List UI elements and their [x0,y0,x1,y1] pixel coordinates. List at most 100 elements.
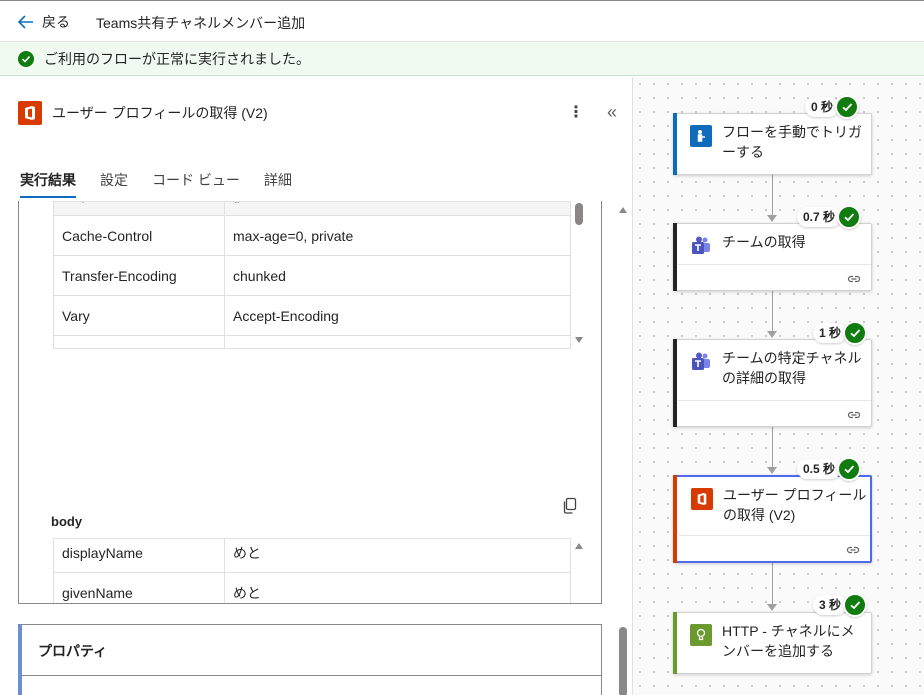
flow-canvas[interactable]: フローを手動でトリガーする 0 秒 チームの取得 0.7 秒 チームの特定チャネ… [632,77,924,695]
scroll-up-arrow-icon[interactable] [619,207,627,213]
office-icon [691,488,713,510]
node-accent-bar [673,223,677,291]
connector-line [772,291,773,331]
row-key: Transfer-Encoding [54,256,225,295]
copy-icon[interactable] [562,497,578,515]
flow-node-get-user-profile[interactable]: ユーザー プロフィールの取得 (V2) [673,475,872,563]
table-header-value: 値 [225,202,570,215]
back-label: 戻る [42,14,70,30]
flow-node-http[interactable]: HTTP - チャネルにメンバーを追加する [673,612,872,674]
scroll-up-arrow-icon[interactable] [575,543,583,549]
node-title: フローを手動でトリガーする [722,124,862,160]
row-value: max-age=0, private [233,227,354,244]
node-title: HTTP - チャネルにメンバーを追加する [722,623,855,659]
tab-code-view[interactable]: コード ビュー [152,170,240,198]
tab-details[interactable]: 詳細 [264,170,292,198]
teams-icon [690,351,712,373]
node-footer [678,264,871,290]
properties-title: プロパティ [38,643,108,659]
teams-icon [690,235,712,257]
panel-scrollbar[interactable] [618,207,628,695]
success-check-icon [835,95,860,119]
back-button[interactable]: 戻る [18,11,70,33]
collapse-panel-button[interactable]: « [600,101,624,125]
office-icon [18,101,42,125]
row-key-empty [54,336,225,348]
node-accent-bar [673,339,677,427]
duration-badge: 1 秒 [813,321,868,345]
headers-table-scrollbar[interactable] [572,201,586,347]
banner-message: ご利用のフローが正常に実行されました。 [44,50,310,67]
more-options-button[interactable]: ⋮ [566,103,586,123]
row-key: Cache-Control [54,216,225,255]
tab-settings[interactable]: 設定 [100,170,128,198]
properties-section[interactable]: プロパティ [18,624,602,695]
headers-table: フィールド 値 Cache-Control max-age=0, private… [53,201,571,349]
table-row [54,336,570,348]
arrow-left-icon [18,15,33,29]
node-title: ユーザー プロフィールの取得 (V2) [723,487,867,523]
duration-label: 0.7 秒 [797,207,842,227]
flow-node-get-team[interactable]: チームの取得 [673,223,872,291]
table-row: displayName めと [54,539,570,573]
connector-line [772,175,773,215]
top-bar: 戻る Teams共有チャネルメンバー追加 [0,0,924,42]
row-value: chunked [233,267,286,284]
node-title: チームの取得 [722,234,806,250]
flow-node-manual-trigger[interactable]: フローを手動でトリガーする [673,113,872,175]
divider [22,675,601,676]
run-results-box: フィールド 値 Cache-Control max-age=0, private… [18,201,602,604]
row-value: Accept-Encoding [233,307,339,324]
success-check-icon [837,205,862,229]
table-header-key: フィールド [54,202,225,215]
node-accent-bar [673,612,677,674]
table-row: Vary Accept-Encoding [54,296,570,336]
duration-badge: 3 秒 [813,593,868,617]
node-footer [678,400,871,426]
http-icon [690,624,712,646]
flow-title: Teams共有チャネルメンバー追加 [96,15,306,31]
table-header-row: フィールド 値 [54,202,570,216]
success-check-icon [843,321,868,345]
duration-badge: 0.5 秒 [797,457,862,481]
flow-node-get-channel-details[interactable]: チームの特定チャネルの詳細の取得 [673,339,872,427]
duration-badge: 0 秒 [805,95,860,119]
link-icon[interactable] [846,545,860,555]
scrollbar-thumb[interactable] [619,627,627,695]
row-value: めと [233,584,261,601]
panel-tabs: 実行結果 設定 コード ビュー 詳細 [20,170,316,198]
node-accent-bar [673,475,677,563]
action-detail-panel: ユーザー プロフィールの取得 (V2) ⋮ « 実行結果 設定 コード ビュー … [0,77,632,695]
node-footer [679,535,870,561]
duration-label: 0 秒 [805,97,840,117]
row-value-empty [225,336,570,348]
duration-label: 0.5 秒 [797,459,842,479]
connector-arrow-icon [767,467,777,474]
duration-label: 3 秒 [813,595,848,615]
node-accent-bar [673,113,677,175]
row-value: めと [233,544,261,561]
table-row: Cache-Control max-age=0, private [54,216,570,256]
manual-trigger-icon [690,125,712,147]
link-icon[interactable] [847,274,861,284]
connector-arrow-icon [767,331,777,338]
connector-arrow-icon [767,604,777,611]
node-title: チームの特定チャネルの詳細の取得 [722,350,862,386]
success-check-icon [843,593,868,617]
body-table-scrollbar[interactable] [572,538,586,603]
duration-label: 1 秒 [813,323,848,343]
body-label: body [51,514,83,529]
scroll-down-arrow-icon[interactable] [575,337,583,343]
row-key: givenName [54,573,225,603]
scrollbar-thumb[interactable] [575,203,583,225]
body-table: displayName めと givenName めと id mail [53,538,571,603]
success-check-icon [837,457,862,481]
tab-run-results[interactable]: 実行結果 [20,170,76,198]
connector-line [772,563,773,604]
row-key: displayName [54,539,225,572]
success-check-icon [18,50,34,67]
link-icon[interactable] [847,410,861,420]
row-key: Vary [54,296,225,335]
panel-header: ユーザー プロフィールの取得 (V2) [18,101,268,125]
success-banner: ご利用のフローが正常に実行されました。 [0,42,924,76]
